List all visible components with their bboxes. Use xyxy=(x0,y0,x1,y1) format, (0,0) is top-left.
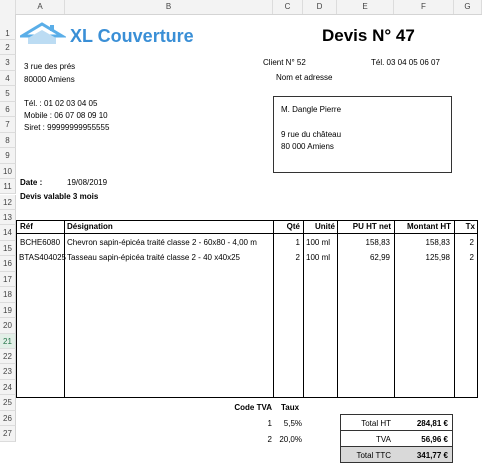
row-header-18[interactable]: 18 xyxy=(0,287,16,303)
col-divider-3 xyxy=(303,220,304,398)
total-ht-row: Total HT 284,81 € xyxy=(340,414,453,431)
header-amount: Montant HT xyxy=(407,222,451,231)
row1-tx: 2 xyxy=(469,238,474,247)
table-header-divider xyxy=(16,233,478,234)
row-header-9[interactable]: 9 xyxy=(0,148,16,164)
row-header-19[interactable]: 19 xyxy=(0,302,16,319)
column-header-g[interactable]: G xyxy=(454,0,482,14)
header-ref: Réf xyxy=(20,222,33,231)
row1-unit: 100 ml xyxy=(306,238,331,247)
row-header-8[interactable]: 8 xyxy=(0,132,16,149)
column-header-f[interactable]: F xyxy=(394,0,454,14)
company-address-line2: 80000 Amiens xyxy=(24,75,75,84)
tva-code-label: Code TVA xyxy=(234,403,272,412)
header-tx: Tx xyxy=(465,222,475,231)
company-address-line1: 3 rue des prés xyxy=(24,62,76,71)
row-header-15[interactable]: 15 xyxy=(0,240,16,257)
header-designation: Désignation xyxy=(67,222,113,231)
col-divider-5 xyxy=(394,220,395,398)
column-header-a[interactable]: A xyxy=(16,0,65,14)
company-siret: Siret : 99999999955555 xyxy=(24,123,110,132)
row2-amount: 125,98 xyxy=(425,253,450,262)
row1-designation: Chevron sapin-épicéa traité classe 2 - 6… xyxy=(67,238,257,247)
row1-qty: 1 xyxy=(295,238,300,247)
row2-unit: 100 ml xyxy=(306,253,331,262)
total-ttc-value: 341,77 € xyxy=(416,451,448,460)
header-unit: Unité xyxy=(315,222,335,231)
row-header-13[interactable]: 13 xyxy=(0,209,16,226)
col-divider-2 xyxy=(273,220,274,398)
column-header-b[interactable]: B xyxy=(65,0,273,14)
row-header-2[interactable]: 2 xyxy=(0,40,16,56)
total-tva-value: 56,96 € xyxy=(421,435,448,444)
col-divider-6 xyxy=(454,220,455,398)
row1-pu: 158,83 xyxy=(365,238,390,247)
client-city: 80 000 Amiens xyxy=(281,142,334,151)
total-tva-label: TVA xyxy=(376,435,391,444)
col-divider-4 xyxy=(337,220,338,398)
tva-rate-label: Taux xyxy=(281,403,300,412)
row-header-20[interactable]: 20 xyxy=(0,318,16,334)
row2-tx: 2 xyxy=(469,253,474,262)
row-header-23[interactable]: 23 xyxy=(0,364,16,380)
name-address-label: Nom et adresse xyxy=(276,73,333,82)
company-tel: Tél. : 01 02 03 04 05 xyxy=(24,99,98,108)
row1-amount: 158,83 xyxy=(425,238,450,247)
row-header-21[interactable]: 21 xyxy=(0,333,16,349)
row-header-25[interactable]: 25 xyxy=(0,395,16,411)
devis-title: Devis N° 47 xyxy=(322,26,415,45)
row-header-17[interactable]: 17 xyxy=(0,271,16,288)
row-header-7[interactable]: 7 xyxy=(0,117,16,133)
column-header-d[interactable]: D xyxy=(303,0,337,14)
row-header-10[interactable]: 10 xyxy=(0,163,16,180)
tva-rate-2: 20,0% xyxy=(279,435,302,444)
total-ttc-row: Total TTC 341,77 € xyxy=(340,446,453,463)
total-ttc-label: Total TTC xyxy=(356,451,391,460)
house-logo-icon xyxy=(20,22,66,44)
row-header-6[interactable]: 6 xyxy=(0,101,16,118)
company-name: XL Couverture xyxy=(70,26,194,46)
tva-rate-1: 5,5% xyxy=(283,419,302,428)
client-phone: Tél. 03 04 05 06 07 xyxy=(371,58,440,67)
client-number: Client N° 52 xyxy=(263,58,306,67)
total-ht-label: Total HT xyxy=(361,419,391,428)
row1-ref: BCHE6080 xyxy=(20,238,61,247)
header-pu: PU HT net xyxy=(352,222,391,231)
row-header-27[interactable]: 27 xyxy=(0,426,16,442)
row-header-3[interactable]: 3 xyxy=(0,55,16,71)
total-ht-value: 284,81 € xyxy=(416,419,448,428)
row2-ref: BTAS404025 xyxy=(19,253,66,262)
tva-code-2: 2 xyxy=(267,435,272,444)
company-mobile: Mobile : 06 07 08 09 10 xyxy=(24,111,108,120)
header-qty: Qté xyxy=(286,222,300,231)
client-address-box: M. Dangle Pierre 9 rue du château 80 000… xyxy=(273,96,452,173)
row-header-16[interactable]: 16 xyxy=(0,256,16,272)
col-divider-1 xyxy=(64,220,65,398)
row-header-5[interactable]: 5 xyxy=(0,86,16,102)
row2-pu: 62,99 xyxy=(369,253,390,262)
validity-label: Devis valable 3 mois xyxy=(20,192,99,201)
column-header-bar: A B C D E F G xyxy=(0,0,482,15)
row-header-24[interactable]: 24 xyxy=(0,379,16,396)
date-label: Date : xyxy=(20,178,43,187)
column-header-c[interactable]: C xyxy=(273,0,303,14)
row-header-26[interactable]: 26 xyxy=(0,410,16,427)
tva-code-1: 1 xyxy=(267,419,272,428)
row-header-11[interactable]: 11 xyxy=(0,179,16,195)
date-value: 19/08/2019 xyxy=(67,178,108,187)
row-header-14[interactable]: 14 xyxy=(0,225,16,241)
total-tva-row: TVA 56,96 € xyxy=(340,430,453,447)
row-header-12[interactable]: 12 xyxy=(0,194,16,210)
client-name: M. Dangle Pierre xyxy=(281,105,342,114)
row-header-4[interactable]: 4 xyxy=(0,70,16,87)
row-header-22[interactable]: 22 xyxy=(0,349,16,365)
column-header-e[interactable]: E xyxy=(337,0,394,14)
row2-qty: 2 xyxy=(295,253,300,262)
row2-designation: Tasseau sapin-épicéa traité classe 2 - 4… xyxy=(67,253,240,262)
select-all-corner[interactable] xyxy=(0,0,16,14)
row-header-1[interactable]: 1 xyxy=(0,14,16,40)
client-street: 9 rue du château xyxy=(281,130,342,139)
